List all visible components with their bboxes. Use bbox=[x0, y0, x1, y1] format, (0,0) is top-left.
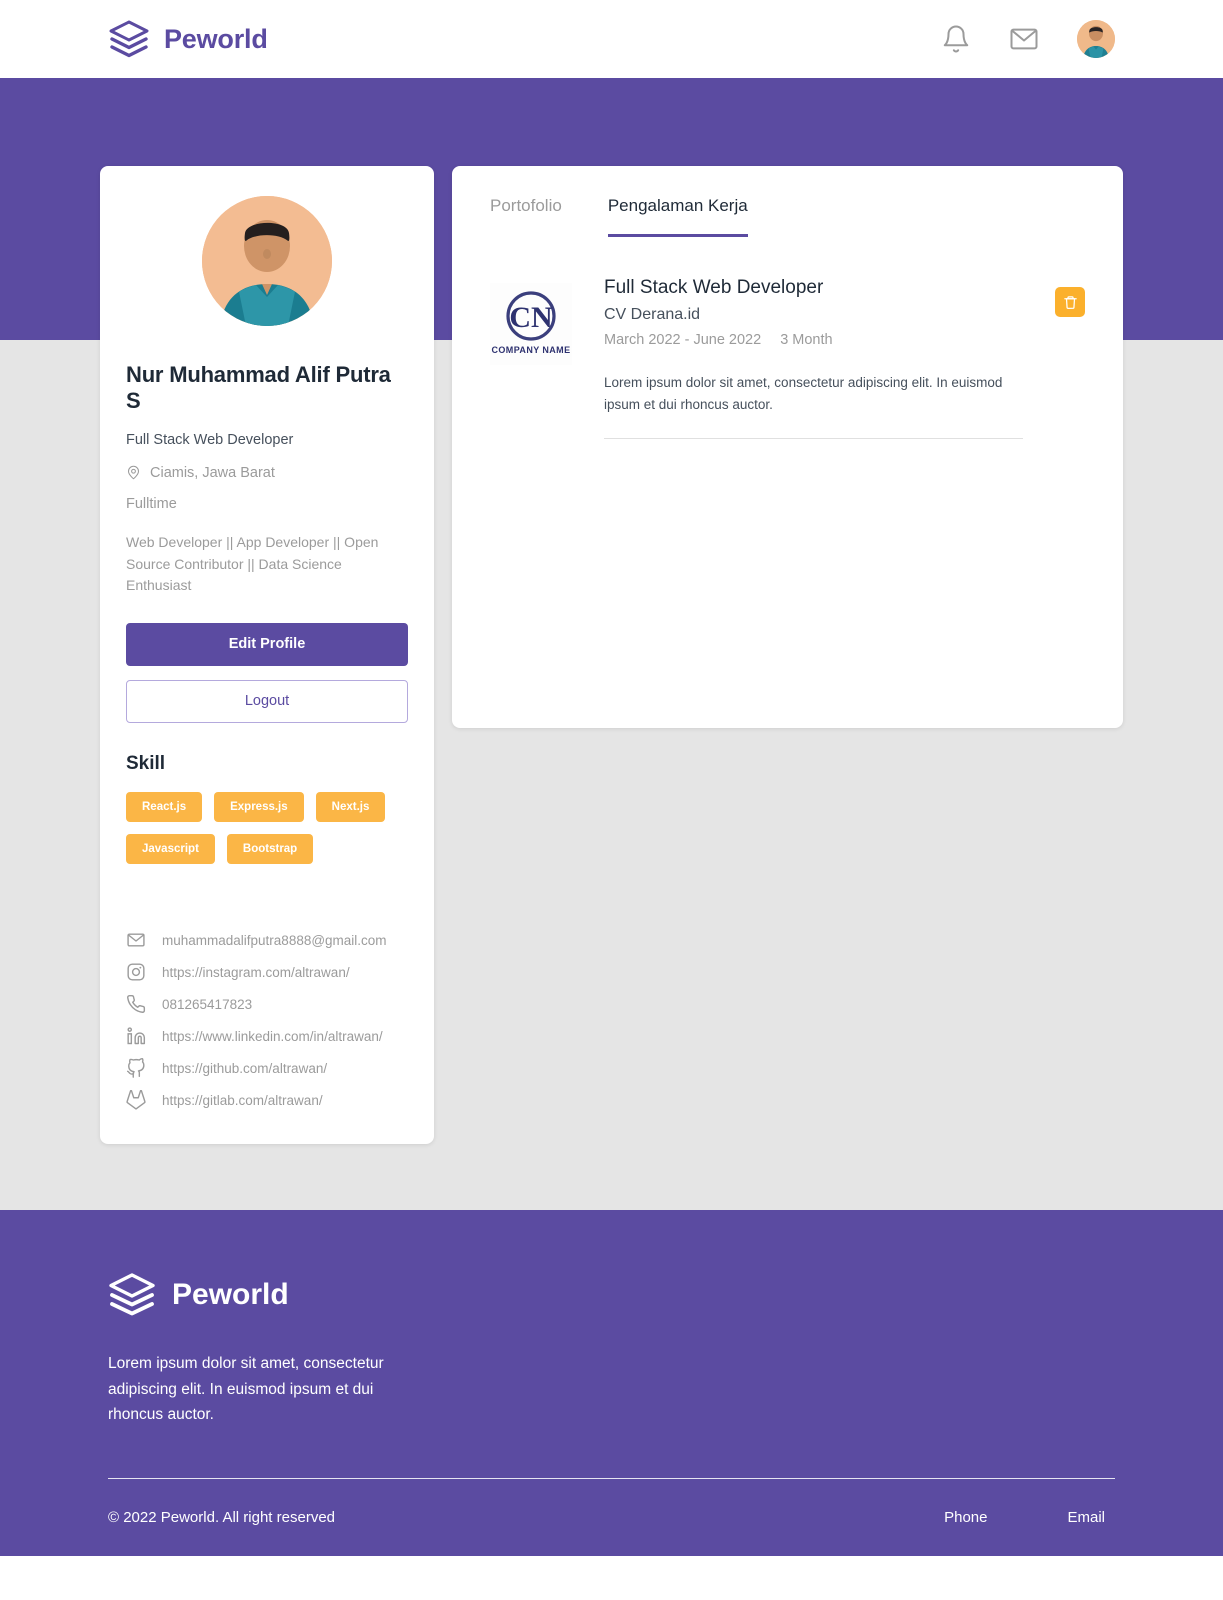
contact-value: https://gitlab.com/altrawan/ bbox=[162, 1092, 323, 1108]
profile-work-type: Fulltime bbox=[126, 496, 177, 512]
content-area: Nur Muhammad Alif Putra S Full Stack Web… bbox=[0, 166, 1223, 1145]
profile-location: Ciamis, Jawa Barat bbox=[126, 464, 408, 481]
profile-role: Full Stack Web Developer bbox=[126, 432, 294, 448]
experience-duration: 3 Month bbox=[780, 332, 833, 348]
skill-tag[interactable]: Express.js bbox=[214, 792, 304, 823]
footer-divider bbox=[108, 1477, 1115, 1479]
skill-heading: Skill bbox=[126, 753, 166, 775]
footer-brand-name: Peworld bbox=[172, 1277, 289, 1311]
instagram-icon bbox=[127, 963, 145, 981]
tab-pengalaman-kerja[interactable]: Pengalaman Kerja bbox=[607, 196, 748, 237]
svg-text:CN: CN bbox=[509, 301, 553, 334]
footer-link-phone[interactable]: Phone bbox=[944, 1509, 987, 1526]
mail-icon bbox=[127, 933, 145, 947]
tab-bar: Portofolio Pengalaman Kerja bbox=[490, 196, 1085, 237]
experience-meta: March 2022 - June 2022 3 Month bbox=[604, 332, 1023, 348]
github-icon bbox=[126, 1058, 145, 1078]
company-logo-cn-icon: CN COMPANY NAME bbox=[490, 283, 572, 365]
peworld-layers-icon bbox=[109, 20, 149, 58]
edit-profile-button[interactable]: Edit Profile bbox=[126, 623, 408, 667]
contact-value: https://www.linkedin.com/in/altrawan/ bbox=[162, 1028, 383, 1044]
experience-company: CV Derana.id bbox=[604, 306, 701, 323]
contact-value: https://github.com/altrawan/ bbox=[162, 1060, 328, 1076]
skill-list: React.js Express.js Next.js Javascript B… bbox=[126, 792, 408, 865]
location-pin-icon bbox=[127, 465, 140, 480]
phone-icon bbox=[127, 995, 146, 1014]
profile-description: Web Developer || App Developer || Open S… bbox=[126, 534, 379, 594]
tab-portofolio[interactable]: Portofolio bbox=[490, 196, 562, 237]
footer-brand[interactable]: Peworld bbox=[108, 1272, 1115, 1317]
footer-bottom-bar: © 2022 Peworld. All right reserved Phone… bbox=[108, 1509, 1115, 1526]
contact-github[interactable]: https://github.com/altrawan/ bbox=[126, 1058, 408, 1078]
footer-link-email[interactable]: Email bbox=[1067, 1509, 1105, 1526]
experience-item: CN COMPANY NAME Full Stack Web Developer… bbox=[490, 277, 1085, 439]
experience-details: Full Stack Web Developer CV Derana.id Ma… bbox=[604, 277, 1023, 439]
contact-value: 081265417823 bbox=[162, 996, 253, 1012]
experience-card: Portofolio Pengalaman Kerja CN COMPANY N… bbox=[452, 166, 1123, 728]
peworld-layers-icon bbox=[109, 1273, 155, 1316]
experience-title: Full Stack Web Developer bbox=[604, 277, 824, 298]
contact-linkedin[interactable]: https://www.linkedin.com/in/altrawan/ bbox=[126, 1026, 408, 1046]
footer: Peworld Lorem ipsum dolor sit amet, cons… bbox=[0, 1210, 1223, 1556]
profile-card: Nur Muhammad Alif Putra S Full Stack Web… bbox=[100, 166, 434, 1145]
delete-experience-button[interactable] bbox=[1055, 287, 1085, 317]
gitlab-icon bbox=[126, 1090, 146, 1110]
top-navbar: Peworld bbox=[0, 0, 1223, 78]
avatar[interactable] bbox=[1077, 20, 1115, 58]
navbar-actions bbox=[941, 20, 1115, 58]
brand-name: Peworld bbox=[164, 23, 268, 54]
brand-logo-link[interactable]: Peworld bbox=[108, 19, 268, 59]
avatar-photo bbox=[1077, 20, 1115, 58]
company-logo: CN COMPANY NAME bbox=[490, 283, 572, 365]
contact-list: muhammadalifputra8888@gmail.com https://… bbox=[126, 930, 408, 1110]
skill-tag[interactable]: React.js bbox=[126, 792, 203, 823]
contact-phone[interactable]: 081265417823 bbox=[126, 994, 408, 1014]
skill-tag[interactable]: Next.js bbox=[315, 792, 386, 823]
experience-period: March 2022 - June 2022 bbox=[604, 332, 762, 348]
skill-tag[interactable]: Bootstrap bbox=[226, 834, 314, 865]
footer-description: Lorem ipsum dolor sit amet, consectetur … bbox=[108, 1355, 384, 1424]
contact-email[interactable]: muhammadalifputra8888@gmail.com bbox=[126, 930, 408, 950]
profile-name: Nur Muhammad Alif Putra S bbox=[126, 362, 391, 413]
experience-description: Lorem ipsum dolor sit amet, consectetur … bbox=[604, 372, 1023, 439]
footer-copyright: © 2022 Peworld. All right reserved bbox=[108, 1508, 335, 1526]
mail-icon[interactable] bbox=[1009, 24, 1039, 54]
footer-links: Phone Email bbox=[944, 1509, 1115, 1526]
profile-location-text: Ciamis, Jawa Barat bbox=[150, 464, 275, 481]
contact-value: muhammadalifputra8888@gmail.com bbox=[162, 932, 387, 948]
profile-avatar bbox=[202, 196, 332, 326]
trash-icon bbox=[1063, 295, 1077, 309]
contact-gitlab[interactable]: https://gitlab.com/altrawan/ bbox=[126, 1090, 408, 1110]
svg-text:COMPANY NAME: COMPANY NAME bbox=[492, 345, 571, 355]
profile-avatar-photo bbox=[202, 196, 332, 326]
contact-instagram[interactable]: https://instagram.com/altrawan/ bbox=[126, 962, 408, 982]
logout-button[interactable]: Logout bbox=[126, 680, 408, 724]
contact-value: https://instagram.com/altrawan/ bbox=[162, 964, 350, 980]
skill-tag[interactable]: Javascript bbox=[126, 834, 215, 865]
linkedin-icon bbox=[127, 1027, 146, 1045]
bell-icon[interactable] bbox=[941, 24, 971, 54]
